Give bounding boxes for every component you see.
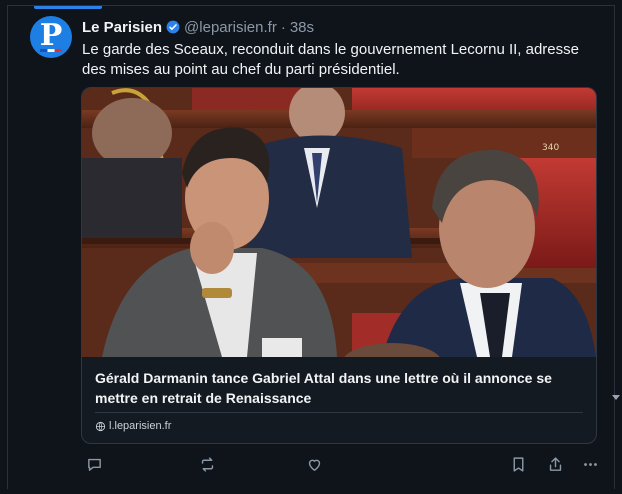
post-timestamp[interactable]: 38s [290, 19, 314, 36]
bookmark-icon [513, 456, 523, 472]
reply-button[interactable] [84, 454, 104, 474]
separator-dot: · [280, 18, 286, 36]
avatar-tricolor-stripe [40, 49, 62, 52]
seat-number-label: 340 [542, 143, 559, 153]
author-handle[interactable]: @leparisien.fr [184, 19, 277, 36]
scrollbar-down-arrow[interactable] [612, 395, 620, 400]
share-icon [549, 456, 561, 471]
bookmark-button[interactable] [508, 454, 528, 474]
like-icon [308, 459, 320, 471]
post-actions [82, 454, 602, 476]
avatar[interactable]: P [30, 16, 72, 58]
link-card[interactable]: 340 Gérald Darmanin tance Gabriel Attal … [81, 87, 597, 444]
author-display-name[interactable]: Le Parisien [82, 19, 162, 36]
more-icon [583, 462, 597, 466]
repost-icon [201, 456, 213, 472]
globe-icon [95, 421, 106, 431]
timeline-frame: P Le Parisien @leparisien.fr · 38s Le ga… [7, 5, 615, 489]
repost-button[interactable] [197, 454, 217, 474]
link-card-title: Gérald Darmanin tance Gabriel Attal dans… [95, 370, 552, 406]
avatar-letter: P [39, 18, 63, 53]
link-card-divider [95, 412, 583, 413]
link-card-domain: l.leparisien.fr [95, 420, 171, 432]
post[interactable]: P Le Parisien @leparisien.fr · 38s Le ga… [8, 6, 614, 490]
link-card-image: 340 [82, 88, 596, 357]
verified-badge-icon [166, 20, 180, 34]
post-text: Le garde des Sceaux, reconduit dans le g… [82, 41, 579, 78]
share-button[interactable] [545, 454, 565, 474]
more-button[interactable] [580, 454, 600, 474]
link-card-domain-text: l.leparisien.fr [109, 420, 172, 432]
like-button[interactable] [304, 454, 324, 474]
reply-icon [87, 458, 101, 471]
post-header: Le Parisien @leparisien.fr · 38s [82, 17, 314, 37]
